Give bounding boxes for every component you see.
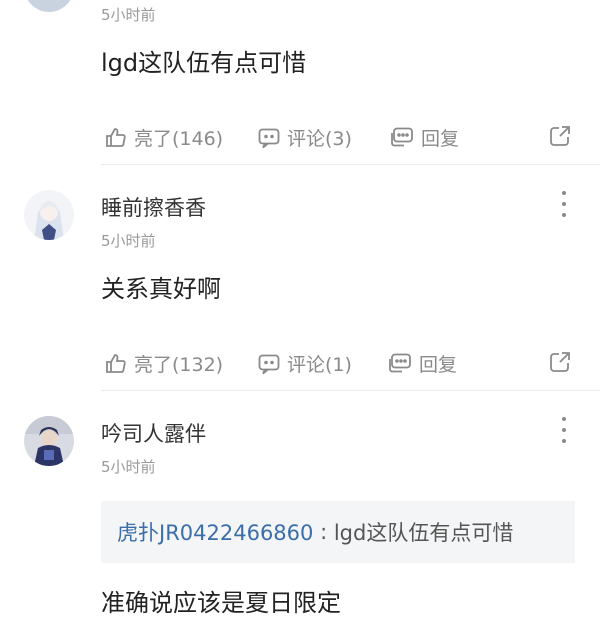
first-comment-time: 5小时前 xyxy=(101,6,156,24)
reply-bubble-icon xyxy=(391,127,413,146)
quote-separator: : xyxy=(313,520,334,544)
first-like-button[interactable]: 亮了(146) xyxy=(104,124,223,151)
second-comment-time: 5小时前 xyxy=(101,232,156,250)
quoted-text: lgd这队伍有点可惜 xyxy=(333,521,514,545)
second-reply-button[interactable]: 回复 xyxy=(387,350,457,377)
second-like-button[interactable]: 亮了(132) xyxy=(104,350,223,377)
thumbs-up-icon xyxy=(106,353,126,373)
third-comment-content: 准确说应该是夏日限定 xyxy=(101,589,341,617)
first-reply-label: 回复 xyxy=(421,128,460,150)
second-comment-content: 关系真好啊 xyxy=(101,275,221,303)
second-comment-count-label: 评论(1) xyxy=(287,354,352,376)
third-comment-username[interactable]: 吟司人露伴 xyxy=(101,418,206,448)
more-vertical-icon[interactable] xyxy=(554,417,574,443)
divider-1 xyxy=(101,164,600,165)
first-comment-content: lgd这队伍有点可惜 xyxy=(101,49,307,77)
third-comment-time: 5小时前 xyxy=(101,458,156,476)
third-comment-avatar[interactable] xyxy=(24,416,74,466)
quoted-username[interactable]: 虎扑JR0422466860 xyxy=(117,517,313,547)
first-comment-avatar[interactable] xyxy=(24,0,74,12)
second-comment-avatar[interactable] xyxy=(24,190,74,240)
second-share-button[interactable] xyxy=(548,350,572,378)
share-icon xyxy=(550,352,570,372)
comment-bubble-icon xyxy=(258,354,280,374)
second-comment-count-button[interactable]: 评论(1) xyxy=(257,350,352,377)
comment-bubble-icon xyxy=(258,128,280,148)
share-icon xyxy=(550,126,570,146)
second-reply-label: 回复 xyxy=(419,354,458,376)
second-like-label: 亮了(132) xyxy=(134,354,224,376)
second-comment-username[interactable]: 睡前擦香香 xyxy=(101,192,206,222)
first-comment-count-button[interactable]: 评论(3) xyxy=(257,124,352,151)
more-vertical-icon[interactable] xyxy=(554,191,574,217)
first-share-button[interactable] xyxy=(548,124,572,152)
quoted-reply[interactable]: 虎扑JR0422466860 : lgd这队伍有点可惜 xyxy=(101,501,575,563)
first-reply-button[interactable]: 回复 xyxy=(389,124,459,151)
thumbs-up-icon xyxy=(106,127,126,147)
first-like-label: 亮了(146) xyxy=(134,128,224,150)
reply-bubble-icon xyxy=(389,353,411,372)
divider-2 xyxy=(101,390,600,391)
first-comment-count-label: 评论(3) xyxy=(287,128,352,150)
